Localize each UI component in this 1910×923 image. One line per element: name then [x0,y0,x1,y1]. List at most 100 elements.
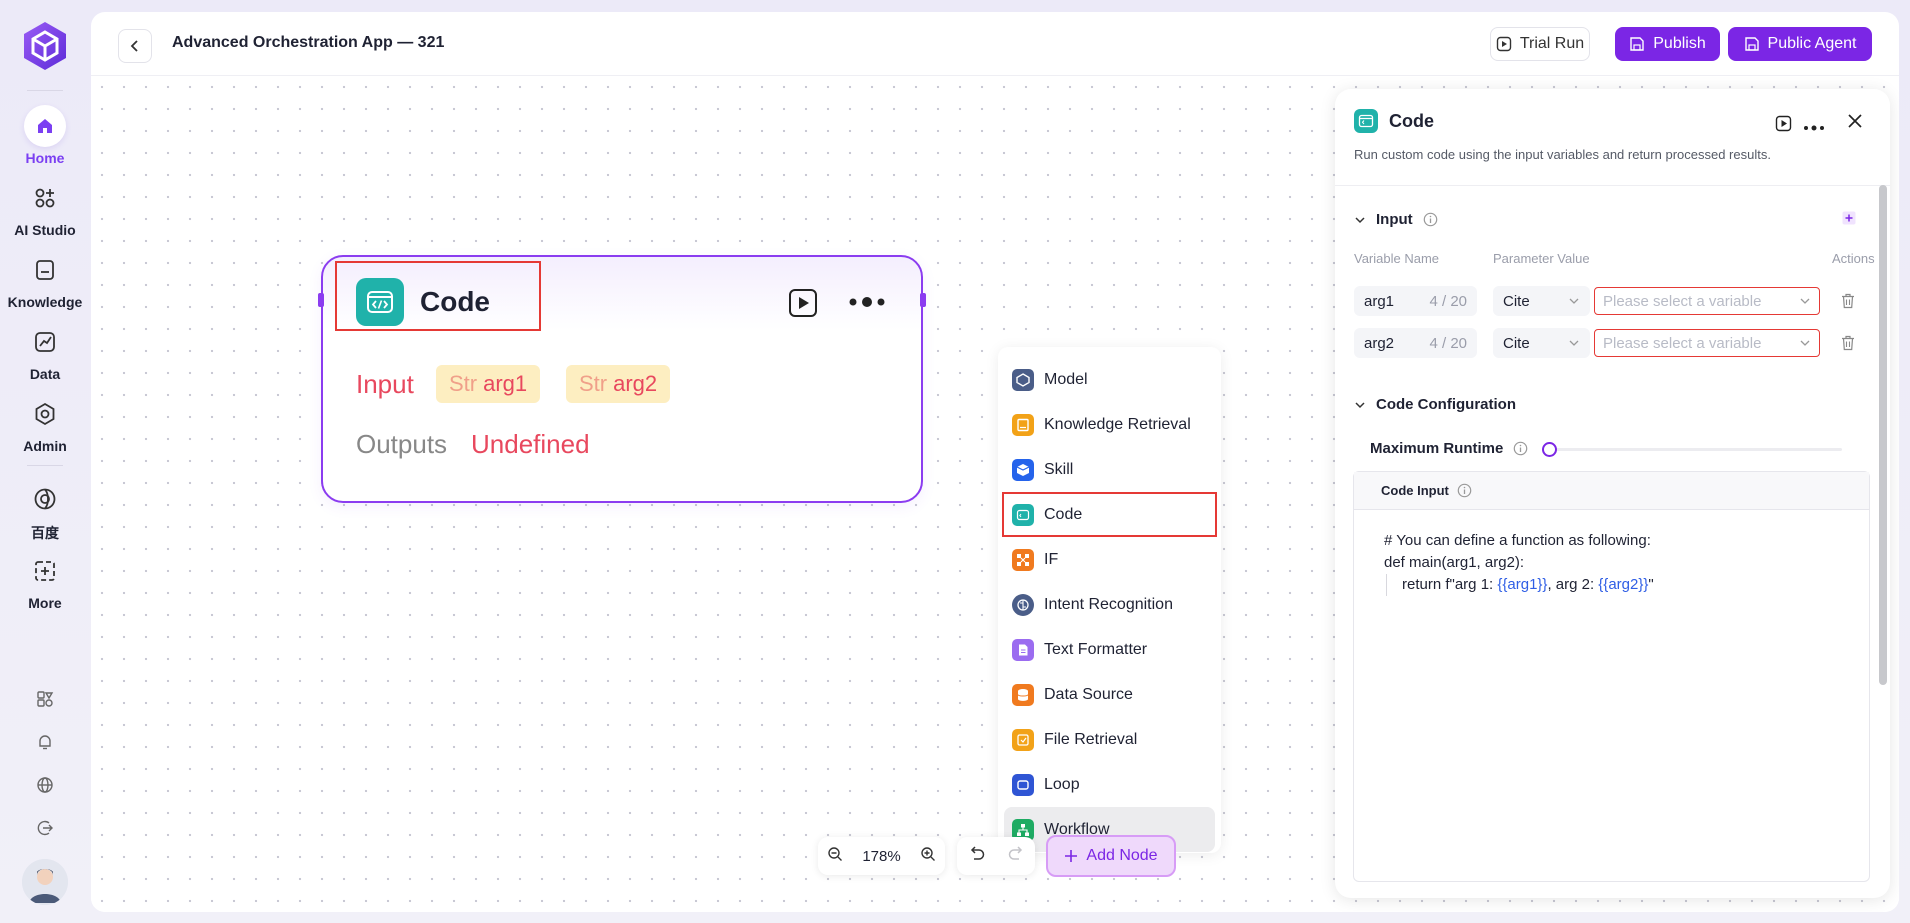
play-icon [1775,115,1792,132]
cite-select[interactable]: Cite [1493,328,1590,358]
bell-icon[interactable] [33,730,57,754]
app-logo-icon[interactable] [21,20,69,72]
node-more-button[interactable] [847,295,887,309]
nav-more-label: More [28,595,62,611]
rail-bottom [22,687,68,905]
rail-divider [27,90,63,91]
nav-admin[interactable]: Admin [23,393,67,465]
code-icon [356,278,404,326]
cite-select[interactable]: Cite [1493,286,1590,316]
variable-name-input[interactable]: arg1 4 / 20 [1354,286,1477,316]
add-node-menu: Model Knowledge Retrieval Skill Code IF … [998,347,1221,853]
menu-item-model[interactable]: Model [998,357,1221,402]
globe-icon[interactable] [33,773,57,797]
branch-icon [1012,548,1034,571]
variable-select[interactable]: Please select a variable [1594,287,1820,315]
menu-item-intent-recognition[interactable]: Intent Recognition [998,582,1221,627]
code-line: # You can define a function as following… [1384,532,1651,549]
max-runtime-slider-thumb[interactable] [1542,442,1557,457]
variable-name-input[interactable]: arg2 4 / 20 [1354,328,1477,358]
app-title: Advanced Orchestration App — 321 [172,34,445,51]
panel-title: Code [1389,111,1434,131]
panel-run-button[interactable] [1775,115,1792,137]
rail-divider [27,465,63,466]
nav-more[interactable]: More [24,550,66,622]
node-outputs-value: Undefined [471,429,590,459]
node-input-handle[interactable] [318,293,324,307]
node-outputs-label: Outputs [356,429,448,459]
node-output-handle[interactable] [920,293,926,307]
history-controls [957,837,1035,875]
max-runtime-slider[interactable] [1552,448,1842,451]
code-config-section-header[interactable]: Code Configuration [1354,396,1516,413]
cite-label: Cite [1503,292,1530,310]
info-icon [1513,441,1528,461]
panel-close-button[interactable] [1847,113,1863,134]
menu-item-data-source[interactable]: Data Source [998,672,1221,717]
home-icon [24,105,66,147]
menu-item-label: Skill [1044,460,1074,478]
public-agent-button[interactable]: Public Agent [1728,27,1872,61]
logout-icon[interactable] [33,816,57,840]
delete-row-button[interactable] [1841,293,1855,314]
code-text: return f"arg 1: [1402,576,1498,593]
zoom-out-icon [828,847,843,861]
menu-item-loop[interactable]: Loop [998,762,1221,807]
nav-baidu[interactable]: 百度 [24,478,66,550]
code-content[interactable]: # You can define a function as following… [1354,510,1869,596]
code-node[interactable]: Code Input Str arg1 Str arg2 Outputs Und… [318,255,926,503]
menu-item-text-formatter[interactable]: Text Formatter [998,627,1221,672]
variable-name: arg2 [1364,334,1395,352]
char-count: 4 / 20 [1429,292,1467,310]
undo-button[interactable] [968,845,986,867]
code-editor[interactable]: Code Input # You can define a function a… [1353,471,1870,882]
info-icon [1457,483,1472,498]
theme-icon[interactable] [33,687,57,711]
input-section-header[interactable]: Input [1354,211,1438,228]
plus-icon [1065,850,1078,862]
publish-button[interactable]: Publish [1615,27,1720,61]
code-line: return f"arg 1: {{arg1}}, arg 2: {{arg2}… [1386,574,1869,596]
variable-select[interactable]: Please select a variable [1594,329,1820,357]
avatar[interactable] [22,859,68,905]
delete-row-button[interactable] [1841,335,1855,356]
add-node-label: Add Node [1086,847,1158,864]
top-bar: Advanced Orchestration App — 321 Trial R… [91,12,1899,76]
loop-icon [1012,773,1034,796]
panel-divider [1335,185,1890,186]
menu-item-code[interactable]: Code [1002,492,1217,537]
nav-knowledge[interactable]: Knowledge [8,249,82,321]
add-node-button[interactable]: Add Node [1046,835,1176,877]
panel-more-button[interactable] [1803,119,1825,137]
info-icon [1423,212,1437,227]
save-icon [1630,37,1644,51]
knowledge-icon [24,249,66,291]
save-icon [1744,37,1759,51]
trash-icon [1842,335,1854,351]
nav-ai-studio[interactable]: AI Studio [14,177,76,249]
variable-select-placeholder: Please select a variable [1603,334,1762,352]
node-run-button[interactable] [788,288,818,318]
back-button[interactable] [118,29,152,63]
menu-item-if[interactable]: IF [998,537,1221,582]
zoom-in-button[interactable] [920,846,936,866]
add-variable-button[interactable] [1842,211,1856,230]
zoom-level: 178% [862,847,901,865]
redo-button[interactable] [1007,845,1025,867]
code-template-var: {{arg2}} [1598,576,1649,593]
trash-icon [1842,293,1854,309]
menu-item-file-retrieval[interactable]: File Retrieval [998,717,1221,762]
redo-icon [1008,845,1022,860]
nav-home[interactable]: Home [24,105,66,177]
chip-name: arg1 [483,371,528,396]
zoom-out-button[interactable] [827,846,843,866]
node-input-label: Input [356,369,414,399]
trial-run-button[interactable]: Trial Run [1490,27,1590,61]
panel-scrollbar[interactable] [1879,185,1887,685]
play-icon [1496,36,1512,52]
nav-data[interactable]: Data [24,321,66,393]
variable-select-placeholder: Please select a variable [1603,292,1762,310]
menu-item-skill[interactable]: Skill [998,447,1221,492]
menu-item-label: Code [1044,505,1083,523]
menu-item-knowledge-retrieval[interactable]: Knowledge Retrieval [998,402,1221,447]
